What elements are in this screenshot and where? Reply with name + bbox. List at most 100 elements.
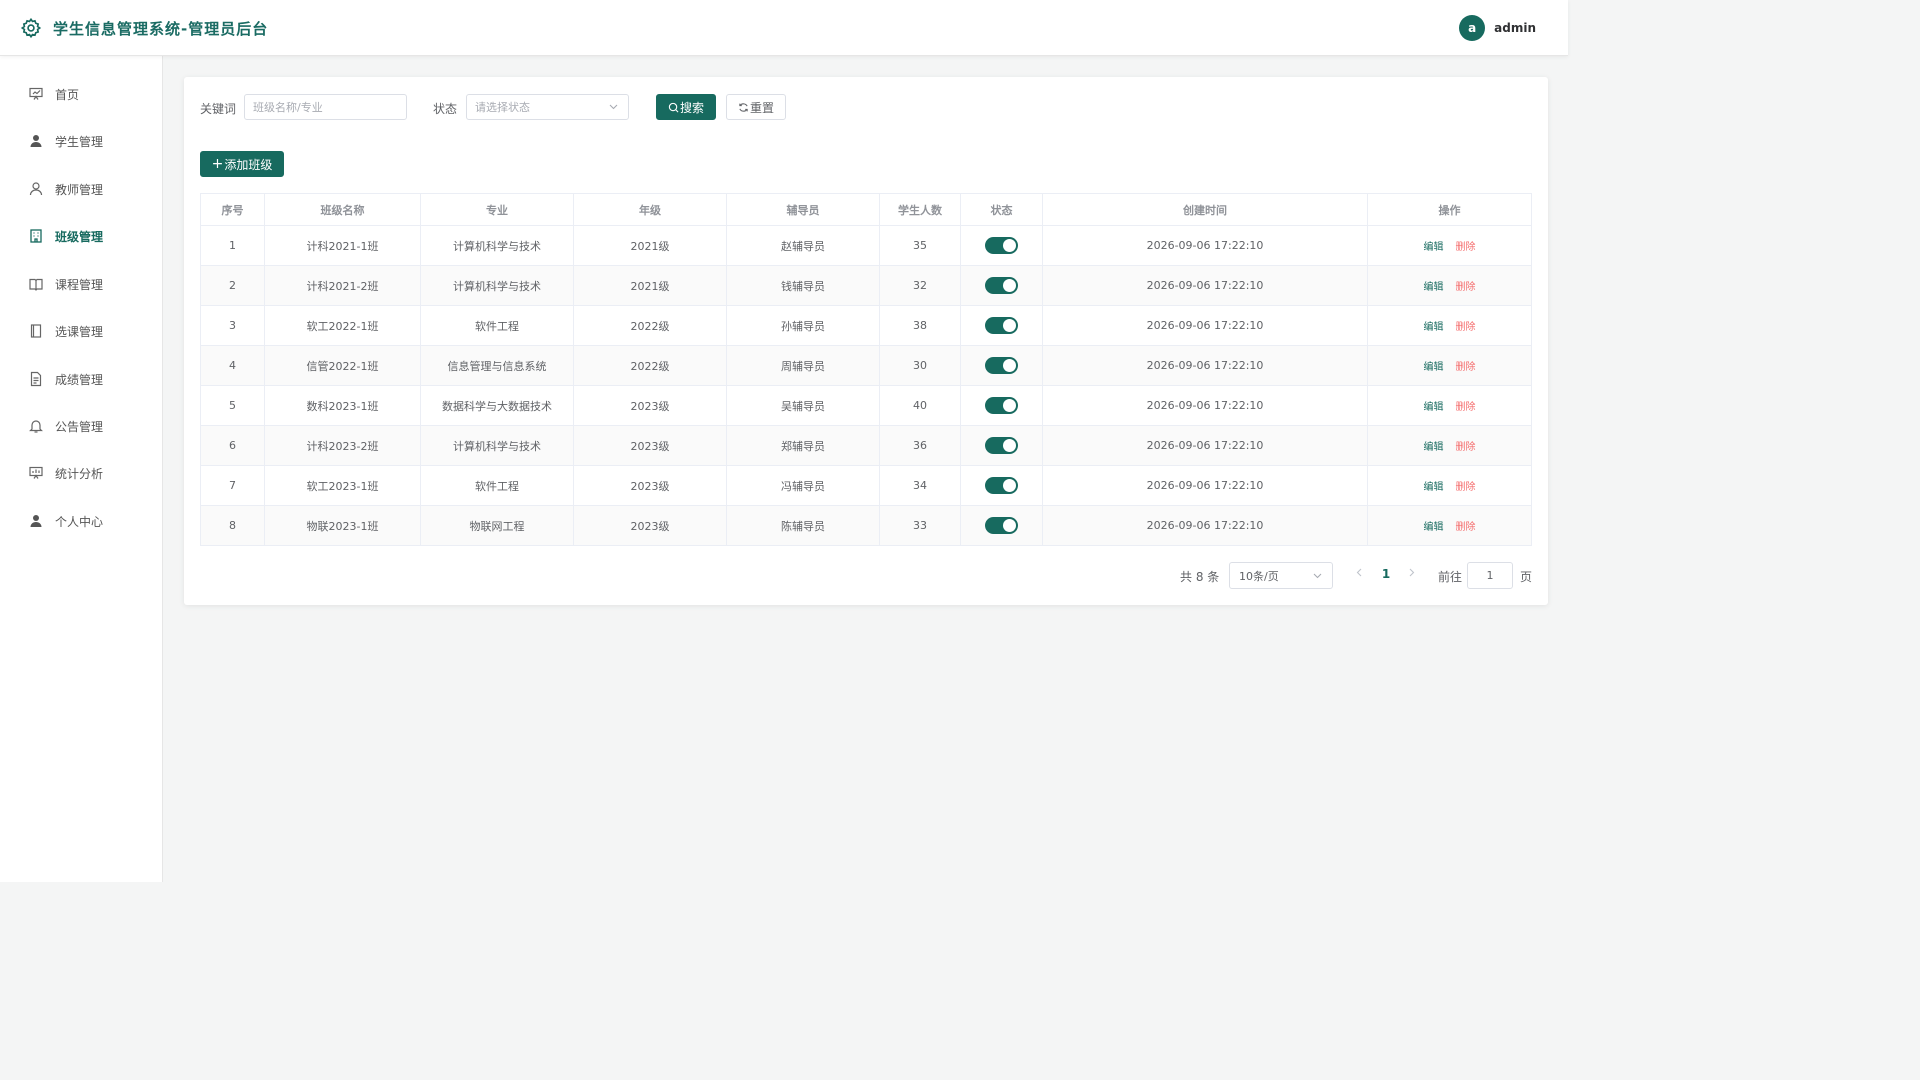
- cell-count: 34: [879, 465, 961, 506]
- cell-status: [960, 465, 1043, 506]
- status-toggle[interactable]: [985, 437, 1018, 454]
- status-toggle[interactable]: [985, 477, 1018, 494]
- cell-status: [960, 385, 1043, 426]
- edit-button[interactable]: 编辑: [1424, 362, 1444, 373]
- cell-actions: 编辑 删除: [1367, 425, 1532, 466]
- cell-created: 2026-09-06 17:22:10: [1042, 505, 1368, 546]
- table-row: 2 计科2021-2班 计算机科学与技术 2021级 钱辅导员 32 2026-09-06 …: [200, 265, 1532, 306]
- chevron-right-icon: [1409, 568, 1415, 577]
- cell-count: 35: [879, 225, 961, 266]
- reset-button[interactable]: 重置: [726, 94, 786, 120]
- edit-button[interactable]: 编辑: [1424, 522, 1444, 533]
- edit-button[interactable]: 编辑: [1424, 242, 1444, 253]
- delete-button[interactable]: 删除: [1456, 282, 1476, 293]
- chevron-down-icon: [1313, 573, 1322, 579]
- cell-created: 2026-09-06 17:22:10: [1042, 425, 1368, 466]
- edit-button[interactable]: 编辑: [1424, 322, 1444, 333]
- delete-button[interactable]: 删除: [1456, 482, 1476, 493]
- cell-index: 6: [200, 425, 265, 466]
- avatar[interactable]: a: [1459, 15, 1486, 41]
- edit-button[interactable]: 编辑: [1424, 282, 1444, 293]
- cell-major: 软件工程: [420, 305, 574, 346]
- cell-index: 7: [200, 465, 265, 506]
- cell-actions: 编辑 删除: [1367, 345, 1532, 386]
- sidebar-item-home[interactable]: 首页: [0, 74, 162, 114]
- sidebar-item-classes[interactable]: 班级管理: [0, 216, 162, 256]
- pagination-total: 共 8 条: [1180, 570, 1220, 584]
- cell-index: 3: [200, 305, 265, 346]
- notebook-icon: [30, 324, 42, 338]
- page-unit-label: 页: [1520, 570, 1533, 584]
- sidebar-item-label: 统计分析: [55, 466, 104, 481]
- cell-counselor: 孙辅导员: [726, 305, 880, 346]
- table-row: 7 软工2023-1班 软件工程 2023级 冯辅导员 34 2026-09-06 17:2…: [200, 465, 1532, 506]
- sidebar-item-profile[interactable]: 个人中心: [0, 501, 162, 541]
- sidebar-item-students[interactable]: 学生管理: [0, 121, 162, 161]
- delete-button[interactable]: 删除: [1456, 242, 1476, 253]
- add-class-button[interactable]: + 添加班级: [200, 151, 284, 177]
- sidebar-item-label: 选课管理: [55, 324, 104, 339]
- cell-count: 30: [879, 345, 961, 386]
- sidebar-item-statistics[interactable]: 统计分析: [0, 453, 162, 493]
- cell-actions: 编辑 删除: [1367, 265, 1532, 306]
- search-button-label: 搜索: [679, 100, 704, 115]
- prev-page-button[interactable]: [1352, 566, 1366, 584]
- cell-major: 计算机科学与技术: [420, 425, 574, 466]
- status-toggle[interactable]: [985, 277, 1018, 294]
- cell-created: 2026-09-06 17:22:10: [1042, 225, 1368, 266]
- delete-button[interactable]: 删除: [1456, 362, 1476, 373]
- cell-status: [960, 305, 1043, 346]
- status-toggle[interactable]: [985, 397, 1018, 414]
- add-class-button-label: 添加班级: [224, 157, 273, 172]
- sidebar: 首页 学生管理 教师管理 班级管理 课程管理 选课管理 成绩管理 公告管理 统计…: [0, 56, 163, 882]
- status-label: 状态: [433, 102, 458, 116]
- cell-actions: 编辑 删除: [1367, 465, 1532, 506]
- search-icon: [668, 102, 679, 112]
- sidebar-item-enrollment[interactable]: 选课管理: [0, 311, 162, 351]
- next-page-button[interactable]: [1405, 566, 1419, 584]
- delete-button[interactable]: 删除: [1456, 442, 1476, 453]
- delete-button[interactable]: 删除: [1456, 522, 1476, 533]
- table-row: 8 物联2023-1班 物联网工程 2023级 陈辅导员 33 2026-09-06 17:…: [200, 505, 1532, 546]
- search-button[interactable]: 搜索: [656, 94, 716, 120]
- sidebar-item-notices[interactable]: 公告管理: [0, 406, 162, 446]
- chart-board-icon: [29, 87, 43, 100]
- status-select[interactable]: 请选择状态: [466, 94, 629, 120]
- goto-label: 前往: [1438, 570, 1463, 584]
- cell-actions: 编辑 删除: [1367, 305, 1532, 346]
- cell-index: 1: [200, 225, 265, 266]
- goto-page-input[interactable]: 1: [1467, 562, 1513, 589]
- cell-status: [960, 265, 1043, 306]
- status-toggle[interactable]: [985, 517, 1018, 534]
- cell-created: 2026-09-06 17:22:10: [1042, 345, 1368, 386]
- cell-name: 物联2023-1班: [264, 505, 421, 546]
- edit-button[interactable]: 编辑: [1424, 442, 1444, 453]
- cell-counselor: 陈辅导员: [726, 505, 880, 546]
- edit-button[interactable]: 编辑: [1424, 402, 1444, 413]
- main-card: 关键词 班级名称/专业 状态 请选择状态 搜索 重置 + 添加班级 序号 班级名…: [184, 77, 1548, 605]
- cell-index: 2: [200, 265, 265, 306]
- sidebar-item-teachers[interactable]: 教师管理: [0, 169, 162, 209]
- sidebar-item-scores[interactable]: 成绩管理: [0, 359, 162, 399]
- delete-button[interactable]: 删除: [1456, 402, 1476, 413]
- keyword-input[interactable]: 班级名称/专业: [244, 94, 407, 120]
- cell-grade: 2022级: [573, 305, 727, 346]
- page-size-select[interactable]: 10条/页: [1229, 562, 1333, 589]
- sidebar-item-label: 公告管理: [55, 419, 104, 434]
- cell-created: 2026-09-06 17:22:10: [1042, 265, 1368, 306]
- user-menu[interactable]: a admin: [1459, 15, 1536, 41]
- sidebar-item-label: 课程管理: [55, 277, 104, 292]
- refresh-icon: [739, 102, 748, 112]
- table-row: 5 数科2023-1班 数据科学与大数据技术 2023级 吴辅导员 40 2026-09-0…: [200, 385, 1532, 426]
- status-toggle[interactable]: [985, 357, 1018, 374]
- status-toggle[interactable]: [985, 317, 1018, 334]
- delete-button[interactable]: 删除: [1456, 322, 1476, 333]
- username[interactable]: admin: [1494, 21, 1536, 35]
- edit-button[interactable]: 编辑: [1424, 482, 1444, 493]
- keyword-label: 关键词: [200, 102, 237, 116]
- cell-grade: 2022级: [573, 345, 727, 386]
- status-toggle[interactable]: [985, 237, 1018, 254]
- page-number-current[interactable]: 1: [1378, 567, 1394, 581]
- cell-major: 软件工程: [420, 465, 574, 506]
- sidebar-item-courses[interactable]: 课程管理: [0, 264, 162, 304]
